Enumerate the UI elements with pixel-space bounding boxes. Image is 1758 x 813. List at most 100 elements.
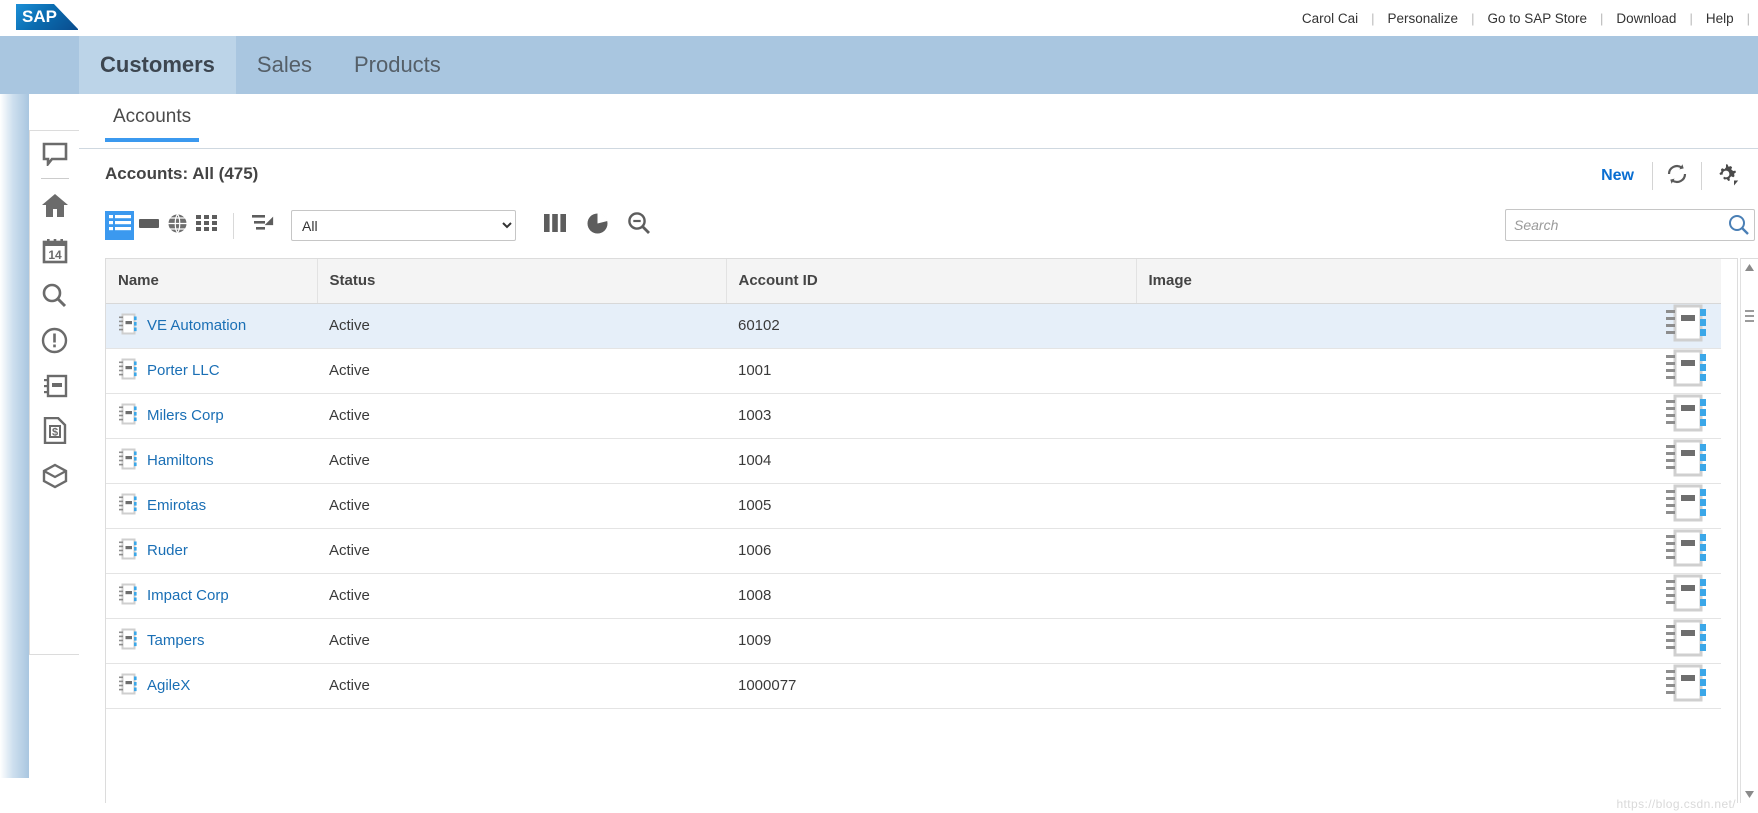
- table-vertical-scrollbar[interactable]: [1740, 258, 1758, 803]
- table-row[interactable]: Porter LLC Active 1001: [106, 348, 1721, 394]
- column-header-name[interactable]: Name: [106, 259, 318, 304]
- table-header-row: Name Status Account ID Image: [106, 259, 1721, 304]
- personalize-link[interactable]: Personalize: [1375, 11, 1472, 26]
- account-name-link[interactable]: Porter LLC: [147, 362, 220, 379]
- new-button[interactable]: New: [1583, 167, 1652, 185]
- columns-button[interactable]: [534, 211, 576, 240]
- column-header-image[interactable]: Image: [1136, 259, 1721, 304]
- chart-pie-icon: [586, 212, 609, 240]
- cell-image: [1136, 303, 1721, 349]
- table-row[interactable]: Impact Corp Active 1008: [106, 573, 1721, 619]
- sort-button[interactable]: [246, 211, 280, 240]
- scrollbar-thumb[interactable]: [1745, 307, 1754, 327]
- account-name-link[interactable]: Emirotas: [147, 497, 206, 514]
- account-name-link[interactable]: Hamiltons: [147, 452, 214, 469]
- table-row[interactable]: Milers Corp Active 1003: [106, 393, 1721, 439]
- sidebar-item-home[interactable]: [30, 183, 80, 228]
- cell-account-id: 1004: [726, 438, 1136, 484]
- search-input[interactable]: [1506, 210, 1722, 240]
- sap-logo-text: SAP: [22, 7, 57, 26]
- module-tab-customers[interactable]: Customers: [79, 36, 236, 94]
- cell-name: Porter LLC: [106, 348, 317, 394]
- page-title: Accounts: All (475): [105, 164, 259, 183]
- cell-image: [1136, 438, 1721, 484]
- cell-name: Emirotas: [106, 483, 317, 529]
- table-row[interactable]: VE Automation Active 60102: [106, 303, 1721, 349]
- zoom-out-icon: [627, 211, 651, 240]
- module-tab-sales[interactable]: Sales: [236, 36, 333, 94]
- gear-icon: [1713, 161, 1739, 192]
- top-bar: SAP Carol Cai | Personalize | Go to SAP …: [0, 0, 1758, 37]
- list-view-button[interactable]: [105, 211, 134, 240]
- cell-name: VE Automation: [106, 303, 317, 349]
- left-rail: 14 $: [29, 130, 79, 655]
- table-row[interactable]: AgileX Active 1000077: [106, 663, 1721, 709]
- cell-account-id: 1009: [726, 618, 1136, 664]
- refresh-button[interactable]: [1653, 159, 1701, 193]
- account-name-link[interactable]: VE Automation: [147, 317, 246, 334]
- sidebar-item-invoices[interactable]: $: [30, 408, 80, 453]
- view-filter-select[interactable]: All: [291, 210, 516, 241]
- column-header-account-id[interactable]: Account ID: [726, 259, 1137, 304]
- account-name-link[interactable]: Impact Corp: [147, 587, 229, 604]
- cell-account-id: 1005: [726, 483, 1136, 529]
- cell-status: Active: [317, 438, 726, 484]
- left-rail-background: [0, 94, 29, 778]
- sidebar-item-alerts[interactable]: [30, 318, 80, 363]
- module-tab-products[interactable]: Products: [333, 36, 462, 94]
- card-view-icon: [138, 214, 160, 237]
- scroll-up-arrow[interactable]: [1741, 259, 1758, 276]
- work-center-tabs: Accounts: [79, 94, 1758, 149]
- sidebar-item-search[interactable]: [30, 273, 80, 318]
- home-icon: [41, 193, 69, 219]
- tile-view-button[interactable]: [192, 211, 221, 240]
- cell-image: [1136, 528, 1721, 574]
- account-name-link[interactable]: Ruder: [147, 542, 188, 559]
- account-name-link[interactable]: Tampers: [147, 632, 205, 649]
- cell-name: Impact Corp: [106, 573, 317, 619]
- account-name-link[interactable]: AgileX: [147, 677, 190, 694]
- account-notebook-icon: [118, 583, 138, 609]
- cell-image: [1136, 483, 1721, 529]
- sidebar-item-feed[interactable]: [30, 131, 80, 176]
- sort-icon: [250, 212, 276, 239]
- tab-accounts[interactable]: Accounts: [105, 106, 200, 142]
- card-view-button[interactable]: [134, 211, 163, 240]
- sap-store-link[interactable]: Go to SAP Store: [1474, 11, 1600, 26]
- globe-view-button[interactable]: [163, 211, 192, 240]
- table-row[interactable]: Hamiltons Active 1004: [106, 438, 1721, 484]
- user-name-link[interactable]: Carol Cai: [1289, 11, 1371, 26]
- chart-button[interactable]: [576, 211, 618, 240]
- download-link[interactable]: Download: [1603, 11, 1689, 26]
- cell-status: Active: [317, 528, 726, 574]
- sap-logo[interactable]: SAP: [16, 4, 78, 30]
- tile-view-icon: [196, 214, 217, 237]
- settings-button[interactable]: [1702, 159, 1750, 193]
- list-header: Accounts: All (475) New: [79, 148, 1758, 204]
- table-row[interactable]: Tampers Active 1009: [106, 618, 1721, 664]
- content-area: Accounts Accounts: All (475) New All Sea…: [79, 94, 1758, 813]
- sidebar-item-products[interactable]: [30, 453, 80, 498]
- account-notebook-icon: [118, 538, 138, 564]
- scroll-down-arrow[interactable]: [1741, 786, 1758, 803]
- alert-icon: [41, 327, 68, 354]
- notebook-thumb-icon: [1665, 664, 1709, 708]
- columns-icon: [543, 213, 567, 238]
- sidebar-item-calendar[interactable]: 14: [30, 228, 80, 273]
- account-notebook-icon: [118, 358, 138, 384]
- help-link[interactable]: Help: [1693, 11, 1747, 26]
- refresh-icon: [1665, 162, 1689, 191]
- zoom-out-button[interactable]: [618, 211, 660, 240]
- search-icon[interactable]: [1728, 214, 1750, 241]
- sidebar-item-contacts[interactable]: [30, 363, 80, 408]
- table-row[interactable]: Ruder Active 1006: [106, 528, 1721, 574]
- column-header-status[interactable]: Status: [317, 259, 727, 304]
- contacts-icon: [42, 373, 68, 399]
- notebook-thumb-icon: [1665, 484, 1709, 528]
- table-row[interactable]: Emirotas Active 1005: [106, 483, 1721, 529]
- view-switcher: [105, 211, 280, 240]
- account-name-link[interactable]: Milers Corp: [147, 407, 224, 424]
- cell-name: Ruder: [106, 528, 317, 574]
- tab-label: Accounts: [113, 106, 192, 127]
- module-tab-label: Sales: [256, 52, 312, 77]
